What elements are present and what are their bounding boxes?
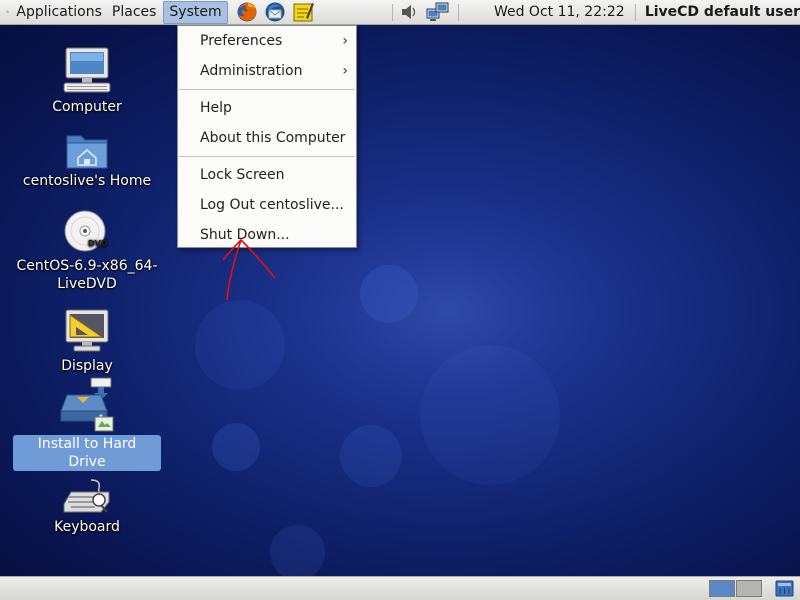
menu-item-lock-screen[interactable]: Lock Screen bbox=[178, 160, 356, 190]
places-menu[interactable]: Places bbox=[107, 1, 162, 24]
dvd-icon: DVD bbox=[64, 210, 108, 252]
desktop-icon-label: Keyboard bbox=[54, 519, 120, 535]
desktop-icon-label: centoslive's Home bbox=[22, 173, 152, 189]
menu-item-label: Log Out centoslive... bbox=[200, 197, 344, 213]
clock[interactable]: Wed Oct 11, 22:22 bbox=[494, 4, 625, 20]
menu-item-log-out[interactable]: Log Out centoslive... bbox=[178, 190, 356, 220]
menu-item-help[interactable]: Help bbox=[178, 93, 356, 123]
gnome-foot-icon bbox=[6, 10, 10, 14]
desktop-icon-install-to-hard-drive[interactable]: Install to Hard Drive bbox=[13, 377, 161, 471]
computer-icon bbox=[63, 47, 111, 93]
volume-control[interactable] bbox=[400, 1, 418, 23]
menu-separator bbox=[179, 156, 355, 157]
applications-menu[interactable]: Applications bbox=[11, 1, 107, 24]
desktop-icon-livedvd[interactable]: DVD CentOS-6.9-x86_64- LiveDVD bbox=[13, 209, 161, 293]
workspace-2[interactable] bbox=[736, 580, 762, 597]
menu-item-label: Preferences bbox=[200, 33, 283, 49]
desktop-icon-computer[interactable]: Computer bbox=[13, 46, 161, 116]
submenu-arrow-icon: › bbox=[342, 63, 348, 79]
menu-item-about-this-computer[interactable]: About this Computer bbox=[178, 123, 356, 153]
desktop-icon-home-folder[interactable]: centoslive's Home bbox=[13, 130, 161, 190]
system-menu[interactable]: System bbox=[163, 0, 228, 24]
thunderbird-icon bbox=[265, 2, 285, 22]
background-bubble bbox=[195, 300, 285, 390]
menu-item-administration[interactable]: Administration › bbox=[178, 56, 356, 86]
desktop-icon-label: Display bbox=[61, 358, 113, 374]
top-panel: Applications Places System Wed Oct 11, 2… bbox=[0, 0, 800, 25]
bottom-panel bbox=[0, 576, 800, 600]
menu-item-label: Lock Screen bbox=[200, 167, 285, 183]
desktop-icon-label: Install to Hard Drive bbox=[13, 435, 161, 471]
desktop-icon-label: CentOS-6.9-x86_64- LiveDVD bbox=[16, 258, 158, 292]
display-icon bbox=[65, 309, 109, 352]
home-folder-icon bbox=[66, 135, 108, 169]
desktop-icon-keyboard[interactable]: Keyboard bbox=[13, 478, 161, 536]
menu-item-preferences[interactable]: Preferences › bbox=[178, 26, 356, 56]
firefox-launcher[interactable] bbox=[236, 1, 258, 23]
install-icon bbox=[60, 377, 114, 432]
background-bubble bbox=[270, 525, 325, 576]
volume-icon bbox=[401, 5, 415, 19]
user-menu[interactable]: LiveCD default user bbox=[645, 4, 800, 20]
trash-icon[interactable] bbox=[775, 580, 794, 597]
background-bubble bbox=[420, 345, 560, 485]
background-bubble bbox=[340, 425, 402, 487]
menu-item-label: Administration bbox=[200, 63, 303, 79]
menu-item-label: Help bbox=[200, 100, 232, 116]
svg-text:DVD: DVD bbox=[88, 239, 108, 248]
thunderbird-launcher[interactable] bbox=[264, 1, 286, 23]
system-dropdown-menu: Preferences › Administration › Help Abou… bbox=[177, 25, 357, 248]
submenu-arrow-icon: › bbox=[342, 33, 348, 49]
network-icon bbox=[426, 2, 449, 21]
background-bubble bbox=[212, 423, 260, 471]
menu-separator bbox=[179, 89, 355, 90]
menu-item-label: About this Computer bbox=[200, 130, 346, 146]
keyboard-icon bbox=[63, 479, 110, 513]
network-status[interactable] bbox=[426, 1, 450, 23]
background-bubble bbox=[360, 265, 418, 323]
desktop-icon-display[interactable]: Display bbox=[13, 307, 161, 375]
notes-icon bbox=[293, 3, 314, 22]
notes-launcher[interactable] bbox=[292, 1, 314, 23]
red-arrow-annotation bbox=[222, 238, 276, 301]
workspace-1[interactable] bbox=[709, 580, 735, 597]
firefox-icon bbox=[237, 2, 257, 22]
desktop-icon-label: Computer bbox=[52, 99, 122, 115]
